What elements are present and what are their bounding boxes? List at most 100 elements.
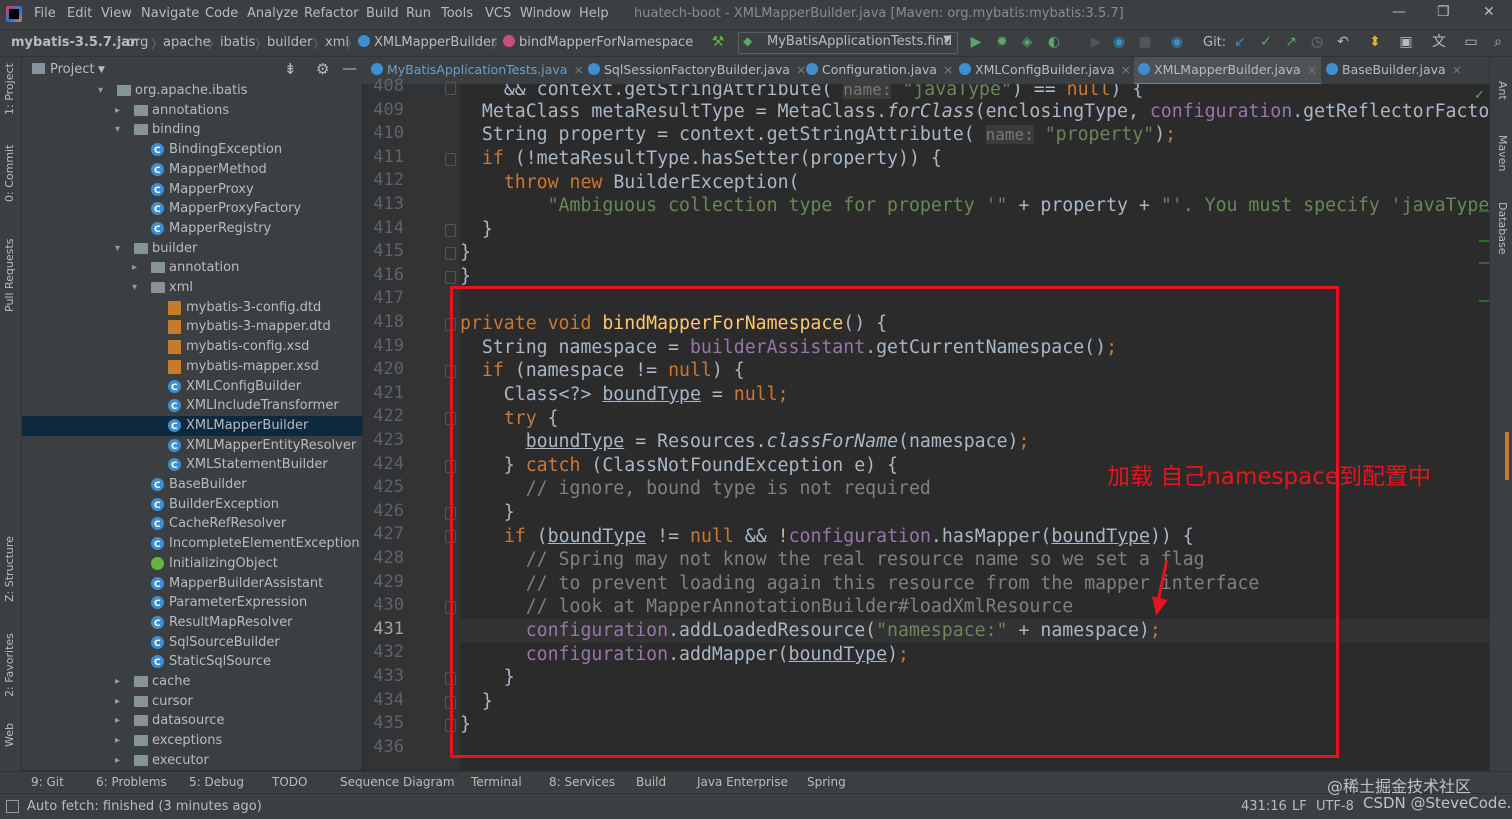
chevron-right-icon[interactable]: ▸ (115, 711, 125, 731)
tab-configuration[interactable]: Configuration.java × (806, 57, 953, 83)
tree-file[interactable]: IncompleteElementException (22, 534, 362, 555)
tool-tab-sequence-diagram[interactable]: Sequence Diagram (340, 775, 455, 789)
breadcrumb-ibatis[interactable]: ibatis (220, 35, 255, 50)
hide-panel-icon[interactable]: — (342, 59, 357, 77)
vcs-icon[interactable]: ⬍ (1367, 34, 1383, 50)
menu-help[interactable]: Help (579, 6, 609, 21)
git-commit-icon[interactable]: ✓ (1258, 34, 1274, 50)
tree-file[interactable]: mybatis-3-config.dtd (22, 298, 362, 318)
menu-code[interactable]: Code (205, 6, 238, 21)
chevron-down-icon[interactable]: ▾ (115, 239, 125, 259)
tree-file[interactable]: XMLIncludeTransformer (22, 396, 362, 417)
tool-tab-git[interactable]: 9: Git (31, 775, 64, 789)
close-tab-icon[interactable]: × (943, 62, 953, 77)
maximize-icon[interactable]: ❐ (1437, 4, 1450, 20)
line-number[interactable]: 435 (364, 713, 404, 733)
tree-file[interactable]: ParameterExpression (22, 593, 362, 614)
line-number[interactable]: 413 (364, 194, 404, 214)
tree-file[interactable]: MapperMethod (22, 160, 362, 181)
project-structure-icon[interactable]: ▣ (1398, 34, 1414, 50)
menu-tools[interactable]: Tools (441, 6, 473, 21)
tree-file[interactable]: MapperProxy (22, 180, 362, 201)
line-number[interactable]: 410 (364, 123, 404, 143)
tree-file[interactable]: BuilderException (22, 495, 362, 516)
scroll-position-marker[interactable] (1505, 432, 1509, 480)
line-number[interactable]: 424 (364, 454, 404, 474)
chevron-right-icon[interactable]: ▸ (132, 258, 142, 278)
tree-file[interactable]: mybatis-config.xsd (22, 337, 362, 357)
inspection-ok-icon[interactable]: ✓ (1474, 88, 1485, 103)
tree-file[interactable]: MapperRegistry (22, 219, 362, 240)
tree-file[interactable]: MapperProxyFactory (22, 199, 362, 220)
git-rollback-icon[interactable]: ↶ (1335, 34, 1351, 50)
tree-folder[interactable]: ▸ cursor (22, 692, 362, 712)
line-number[interactable]: 412 (364, 170, 404, 190)
close-tab-icon[interactable]: × (796, 62, 806, 77)
run-configuration-select[interactable]: ◆ MyBatisApplicationTests.find ▼ (738, 32, 958, 54)
tree-file[interactable]: BaseBuilder (22, 475, 362, 496)
fold-marker-icon[interactable] (445, 270, 456, 284)
tree-folder[interactable]: ▾ builder (22, 239, 362, 259)
tab-xml-config-builder[interactable]: XMLConfigBuilder.java × (959, 57, 1131, 83)
menu-run[interactable]: Run (406, 6, 431, 21)
line-number[interactable]: 414 (364, 218, 404, 238)
profile-icon[interactable]: ◐ (1046, 34, 1062, 50)
tool-tab-ant[interactable]: Ant (1496, 81, 1509, 100)
layout-icon[interactable]: ▭ (1463, 34, 1479, 50)
menu-navigate[interactable]: Navigate (141, 6, 199, 21)
tree-file[interactable]: XMLMapperBuilder (22, 415, 362, 437)
gear-icon[interactable]: ⚙ (316, 60, 329, 78)
tool-tab-project[interactable]: 1: Project (3, 63, 16, 115)
line-number[interactable]: 425 (364, 477, 404, 497)
translate-icon[interactable]: 文 (1431, 34, 1447, 50)
tree-folder[interactable]: ▾ xml (22, 278, 362, 298)
tool-tab-web[interactable]: Web (3, 723, 16, 747)
tool-tab-terminal[interactable]: Terminal (471, 775, 522, 789)
tool-tab-java-enterprise[interactable]: Java Enterprise (697, 775, 788, 789)
line-number[interactable]: 430 (364, 595, 404, 615)
menu-file[interactable]: File (34, 6, 56, 21)
tree-folder[interactable]: ▸ annotation (22, 258, 362, 278)
line-number[interactable]: 411 (364, 147, 404, 167)
cursor-position[interactable]: 431:16 (1241, 799, 1287, 814)
line-number[interactable]: 426 (364, 501, 404, 521)
close-icon[interactable]: ✕ (1483, 4, 1495, 20)
line-separator[interactable]: LF (1292, 799, 1307, 814)
tool-tab-maven[interactable]: Maven (1496, 135, 1509, 171)
tool-tab-debug[interactable]: 5: Debug (189, 775, 244, 789)
git-history-icon[interactable]: ◷ (1309, 34, 1325, 50)
tree-file[interactable]: CacheRefResolver (22, 514, 362, 535)
breadcrumb-class[interactable]: XMLMapperBuilder (358, 35, 496, 50)
coverage-icon[interactable]: ◈ (1019, 34, 1035, 50)
tool-tab-commit[interactable]: 0: Commit (3, 145, 16, 202)
tree-file[interactable]: mybatis-3-mapper.dtd (22, 317, 362, 337)
chevron-down-icon[interactable]: ▼ (98, 65, 105, 75)
help-icon[interactable]: ◉ (1111, 34, 1127, 50)
run-disabled-icon[interactable]: ▶ (1088, 34, 1104, 50)
tool-tab-favorites[interactable]: 2: Favorites (3, 633, 16, 697)
close-tab-icon[interactable]: × (1307, 62, 1317, 77)
line-number[interactable]: 417 (364, 288, 404, 308)
tool-tab-pull-requests[interactable]: Pull Requests (3, 239, 16, 312)
debug-icon[interactable]: ✹ (994, 34, 1010, 50)
fold-marker-icon[interactable] (445, 247, 456, 261)
tree-file[interactable]: SqlSourceBuilder (22, 633, 362, 654)
chevron-down-icon[interactable]: ▾ (132, 278, 142, 298)
git-update-icon[interactable]: ↙ (1232, 34, 1248, 50)
menu-refactor[interactable]: Refactor (304, 6, 359, 21)
line-number[interactable]: 419 (364, 336, 404, 356)
close-tab-icon[interactable]: × (1452, 62, 1462, 77)
chevron-down-icon[interactable]: ▾ (115, 120, 125, 140)
tree-folder[interactable]: ▸ exceptions (22, 731, 362, 751)
tree-file[interactable]: MapperBuilderAssistant (22, 574, 362, 595)
tree-file[interactable]: InitializingObject (22, 554, 362, 574)
search-icon[interactable]: ⌕ (1490, 34, 1506, 50)
build-hammer-icon[interactable]: ⚒ (710, 34, 726, 50)
breadcrumb-apache[interactable]: apache (163, 35, 211, 50)
status-toggle-icon[interactable] (6, 800, 19, 813)
tree-file[interactable]: mybatis-mapper.xsd (22, 357, 362, 377)
tree-folder[interactable]: ▸ annotations (22, 101, 362, 121)
tree-folder[interactable]: ▾ binding (22, 120, 362, 140)
breadcrumb-builder[interactable]: builder (267, 35, 312, 50)
line-number[interactable]: 428 (364, 548, 404, 568)
